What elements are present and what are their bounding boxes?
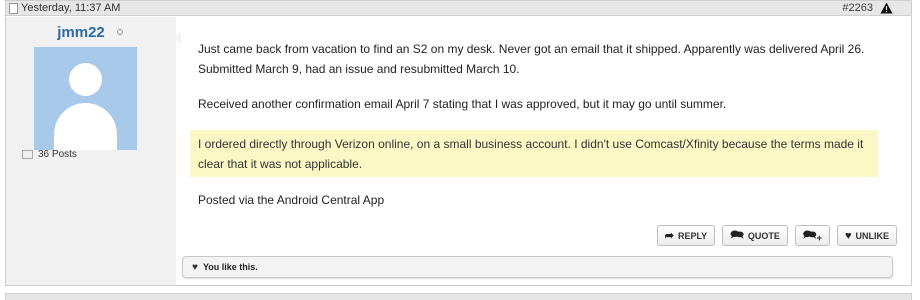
post-date: Yesterday, 11:37 AM [21,2,121,14]
posts-icon [22,149,33,159]
message-paragraph-3: I ordered directly through Verizon onlin… [198,137,864,171]
heart-icon: ♥ [192,261,198,273]
offline-status-icon [117,29,123,35]
post-body: Just came back from vacation to find an … [174,21,911,286]
post-count-label: 36 Posts [38,149,77,160]
reply-label: REPLY [678,230,708,241]
message-paragraph-1: Just came back from vacation to find an … [198,42,865,76]
multi-quote-icon: 🗪+ [802,229,822,244]
bubble-tip [174,31,181,45]
likes-text: You like this. [202,262,258,272]
broken-heart-icon: ♥ [844,229,852,242]
avatar-head-shape [69,63,102,96]
username-link[interactable]: jmm22 [6,24,156,41]
unlike-label: UNLIKE [855,230,890,241]
forum-post: Yesterday, 11:37 AM #2263 jmm22 36 Posts… [5,0,912,286]
reply-arrow-icon: ➦ [664,230,674,242]
likes-bar: ♥ You like this. [182,256,893,278]
next-post-header [5,293,912,300]
message-paragraph-2: Received another confirmation email Apri… [198,97,727,111]
post-number-link[interactable]: #2263 [842,2,873,14]
quote-button[interactable]: 🗪 QUOTE [722,225,788,246]
unlike-button[interactable]: ♥ UNLIKE [836,225,897,246]
multi-quote-button[interactable]: 🗪+ [794,225,830,246]
quote-bubble-icon: 🗪 [730,229,744,241]
quote-label: QUOTE [747,230,780,241]
document-icon [9,3,18,14]
post-header: Yesterday, 11:37 AM #2263 [6,1,911,16]
avatar-body-shape [54,103,117,150]
message-signature: Posted via the Android Central App [198,193,385,207]
reply-button[interactable]: ➦ REPLY [656,225,716,246]
warning-triangle-icon[interactable] [880,2,893,14]
avatar[interactable] [34,47,137,150]
user-info-panel: jmm22 36 Posts [6,17,176,285]
post-actions: ➦ REPLY 🗪 QUOTE 🗪+ ♥ UNLIKE [656,225,897,246]
post-count: 36 Posts [22,149,77,160]
